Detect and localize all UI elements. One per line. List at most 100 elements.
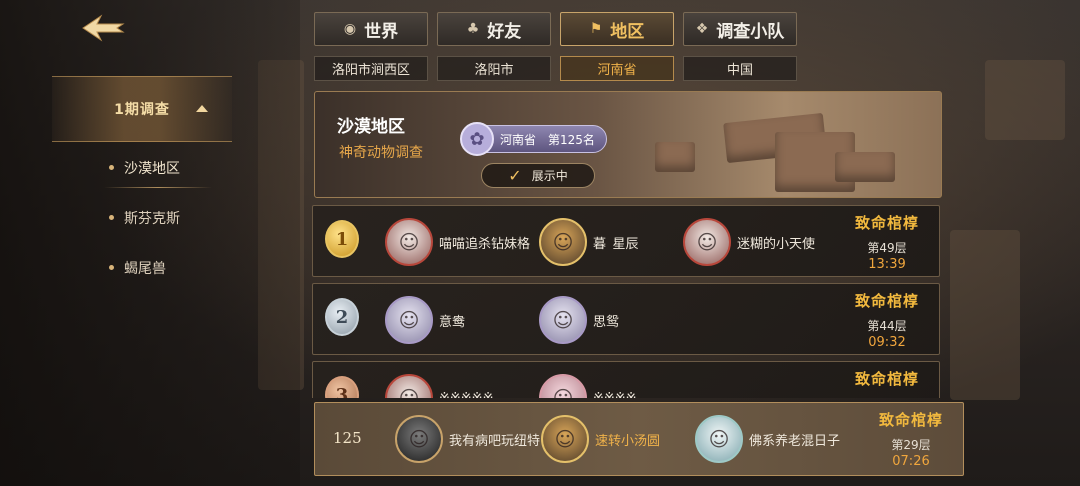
banner-rock-art bbox=[655, 142, 695, 172]
clear-time: 09:32 bbox=[868, 335, 906, 350]
member-name: ※※※※ bbox=[593, 390, 637, 399]
member-name: 意鸯 bbox=[439, 314, 466, 330]
team-member[interactable]: ☺ 速转小汤圆 bbox=[541, 415, 660, 463]
avatar-portrait-icon: ☺ bbox=[552, 386, 574, 398]
avatar-portrait-icon: ☺ bbox=[552, 230, 574, 254]
check-icon: ✓ bbox=[508, 166, 522, 185]
tab-4[interactable]: ❖ 调查小队 bbox=[683, 12, 797, 46]
sidebar-item-2[interactable]: 斯芬克斯 bbox=[52, 194, 232, 242]
avatar: ☺ bbox=[395, 415, 443, 463]
row-result: 致命棺椁第44层 09:32 bbox=[849, 290, 925, 350]
member-name: 速转小汤圆 bbox=[595, 433, 661, 449]
row-result: 致命棺椁 第49层 13:39 bbox=[849, 212, 925, 272]
avatar-portrait-icon: ☺ bbox=[708, 427, 730, 451]
tab-label: 调查小队 bbox=[716, 21, 785, 42]
tab-label: 好友 bbox=[487, 21, 522, 42]
my-rank-badge: ✿ 河南省 第125名 bbox=[460, 122, 607, 156]
leaderboard-row[interactable]: 1 ☺ 喵喵追杀钻妹格 ☺ 暮 星辰 ☺ 迷糊的小天使 致命棺椁 第49层 13:39 bbox=[312, 205, 940, 277]
avatar: ☺ bbox=[385, 374, 433, 398]
bullet-icon bbox=[109, 215, 114, 220]
avatar: ☺ bbox=[683, 218, 731, 266]
rank-medal-icon: 2 bbox=[325, 298, 359, 336]
my-team-row[interactable]: 125 ☺ 我有病吧玩纽特 ☺ 速转小汤圆 ☺ 佛系养老混日子 致命棺椁 第29层 07:26 bbox=[314, 402, 964, 476]
subtab-2[interactable]: 洛阳市 bbox=[437, 56, 551, 81]
my-team-rank: 125 bbox=[333, 429, 362, 447]
avatar-portrait-icon: ☺ bbox=[398, 230, 420, 254]
member-name: 我有病吧玩纽特 bbox=[449, 433, 541, 449]
floor-count: 第49层 bbox=[867, 241, 907, 255]
sidebar-item-label: 蝎尾兽 bbox=[124, 261, 166, 277]
avatar: ☺ bbox=[541, 415, 589, 463]
team-member[interactable]: ☺ 迷糊的小天使 bbox=[683, 218, 815, 266]
sidebar-item-label: 沙漠地区 bbox=[124, 161, 180, 177]
tab-1[interactable]: ◉ 世界 bbox=[314, 12, 428, 46]
row-result: 致命棺椁 bbox=[849, 368, 925, 395]
avatar: ☺ bbox=[539, 296, 587, 344]
floor-count: 第29层 bbox=[891, 438, 931, 452]
floor-count: 第44层 bbox=[867, 319, 907, 333]
avatar: ☺ bbox=[539, 374, 587, 398]
survey-period-label: 1期调查 bbox=[114, 102, 170, 118]
tab-label: 世界 bbox=[364, 21, 399, 42]
survey-period-toggle[interactable]: 1期调查 bbox=[52, 76, 232, 142]
team-member[interactable]: ☺ 我有病吧玩纽特 bbox=[395, 415, 540, 463]
tab-2[interactable]: ♣ 好友 bbox=[437, 12, 551, 46]
row-result: 致命棺椁第29层 07:26 bbox=[873, 409, 949, 469]
avatar-portrait-icon: ☺ bbox=[398, 386, 420, 398]
sidebar-item-label: 斯芬克斯 bbox=[124, 211, 180, 227]
book-icon: ❖ bbox=[695, 21, 709, 37]
team-member[interactable]: ☺ ※※※※ bbox=[539, 374, 637, 398]
showing-toggle-button[interactable]: ✓ 展示中 bbox=[481, 163, 595, 188]
avatar: ☺ bbox=[539, 218, 587, 266]
avatar-portrait-icon: ☺ bbox=[552, 308, 574, 332]
member-name: 思鸳 bbox=[593, 314, 620, 330]
avatar-portrait-icon: ☺ bbox=[696, 230, 718, 254]
subtab-3[interactable]: 河南省 bbox=[560, 56, 674, 81]
avatar: ☺ bbox=[695, 415, 743, 463]
member-name: 喵喵追杀钻妹格 bbox=[439, 236, 531, 252]
friends-icon: ♣ bbox=[466, 21, 480, 37]
clear-time: 07:26 bbox=[892, 454, 930, 469]
member-name: ※※※※※ bbox=[439, 390, 494, 399]
bullet-icon bbox=[109, 265, 114, 270]
region-banner: 沙漠地区 神奇动物调查 ✿ 河南省 第125名 ✓ 展示中 bbox=[314, 91, 942, 198]
tab-label: 地区 bbox=[610, 21, 645, 42]
tab-3[interactable]: ⚑ 地区 bbox=[560, 12, 674, 46]
avatar: ☺ bbox=[385, 218, 433, 266]
background-rock bbox=[985, 60, 1065, 140]
globe-icon: ◉ bbox=[343, 21, 357, 37]
paw-icon: ✿ bbox=[460, 122, 494, 156]
bullet-icon bbox=[109, 165, 114, 170]
team-member[interactable]: ☺ ※※※※※ bbox=[385, 374, 493, 398]
team-member[interactable]: ☺ 暮 星辰 bbox=[539, 218, 639, 266]
avatar-portrait-icon: ☺ bbox=[408, 427, 430, 451]
member-name: 佛系养老混日子 bbox=[749, 433, 841, 449]
sidebar-item-1[interactable]: 沙漠地区 bbox=[52, 144, 232, 192]
trap-name: 致命棺椁 bbox=[854, 214, 919, 232]
subtab-1[interactable]: 洛阳市涧西区 bbox=[314, 56, 428, 81]
rank-medal-icon: 3 bbox=[325, 376, 359, 398]
team-member[interactable]: ☺ 喵喵追杀钻妹格 bbox=[385, 218, 530, 266]
team-member[interactable]: ☺ 意鸯 bbox=[385, 296, 465, 344]
leaderboard-row[interactable]: 2 ☺ 意鸯 ☺ 思鸳 致命棺椁第44层 09:32 bbox=[312, 283, 940, 355]
banner-rock-art bbox=[835, 152, 895, 182]
avatar: ☺ bbox=[385, 296, 433, 344]
subtab-4[interactable]: 中国 bbox=[683, 56, 797, 81]
leaderboard-row[interactable]: 3 ☺ ※※※※※ ☺ ※※※※ 致命棺椁 bbox=[312, 361, 940, 398]
region-subtabs: 洛阳市涧西区 洛阳市 河南省 中国 bbox=[314, 56, 797, 81]
team-member[interactable]: ☺ 佛系养老混日子 bbox=[695, 415, 840, 463]
avatar-portrait-icon: ☺ bbox=[398, 308, 420, 332]
my-rank-text: 河南省 第125名 bbox=[500, 132, 595, 147]
region-title: 沙漠地区 bbox=[337, 117, 405, 137]
caret-up-icon bbox=[196, 105, 208, 112]
region-subtitle: 神奇动物调查 bbox=[339, 145, 423, 161]
sidebar-item-3[interactable]: 蝎尾兽 bbox=[52, 244, 232, 292]
trap-name: 致命棺椁 bbox=[878, 411, 943, 429]
trap-name: 致命棺椁 bbox=[854, 370, 919, 388]
rank-medal-icon: 1 bbox=[325, 220, 359, 258]
leaderboard-list[interactable]: 1 ☺ 喵喵追杀钻妹格 ☺ 暮 星辰 ☺ 迷糊的小天使 致命棺椁 第49层 13:39 2 ☺ 意鸯 ☺ 思… bbox=[312, 205, 942, 398]
team-member[interactable]: ☺ 思鸳 bbox=[539, 296, 619, 344]
trap-name: 致命棺椁 bbox=[854, 292, 919, 310]
back-button[interactable] bbox=[78, 10, 128, 46]
background-pillar bbox=[950, 230, 1020, 400]
